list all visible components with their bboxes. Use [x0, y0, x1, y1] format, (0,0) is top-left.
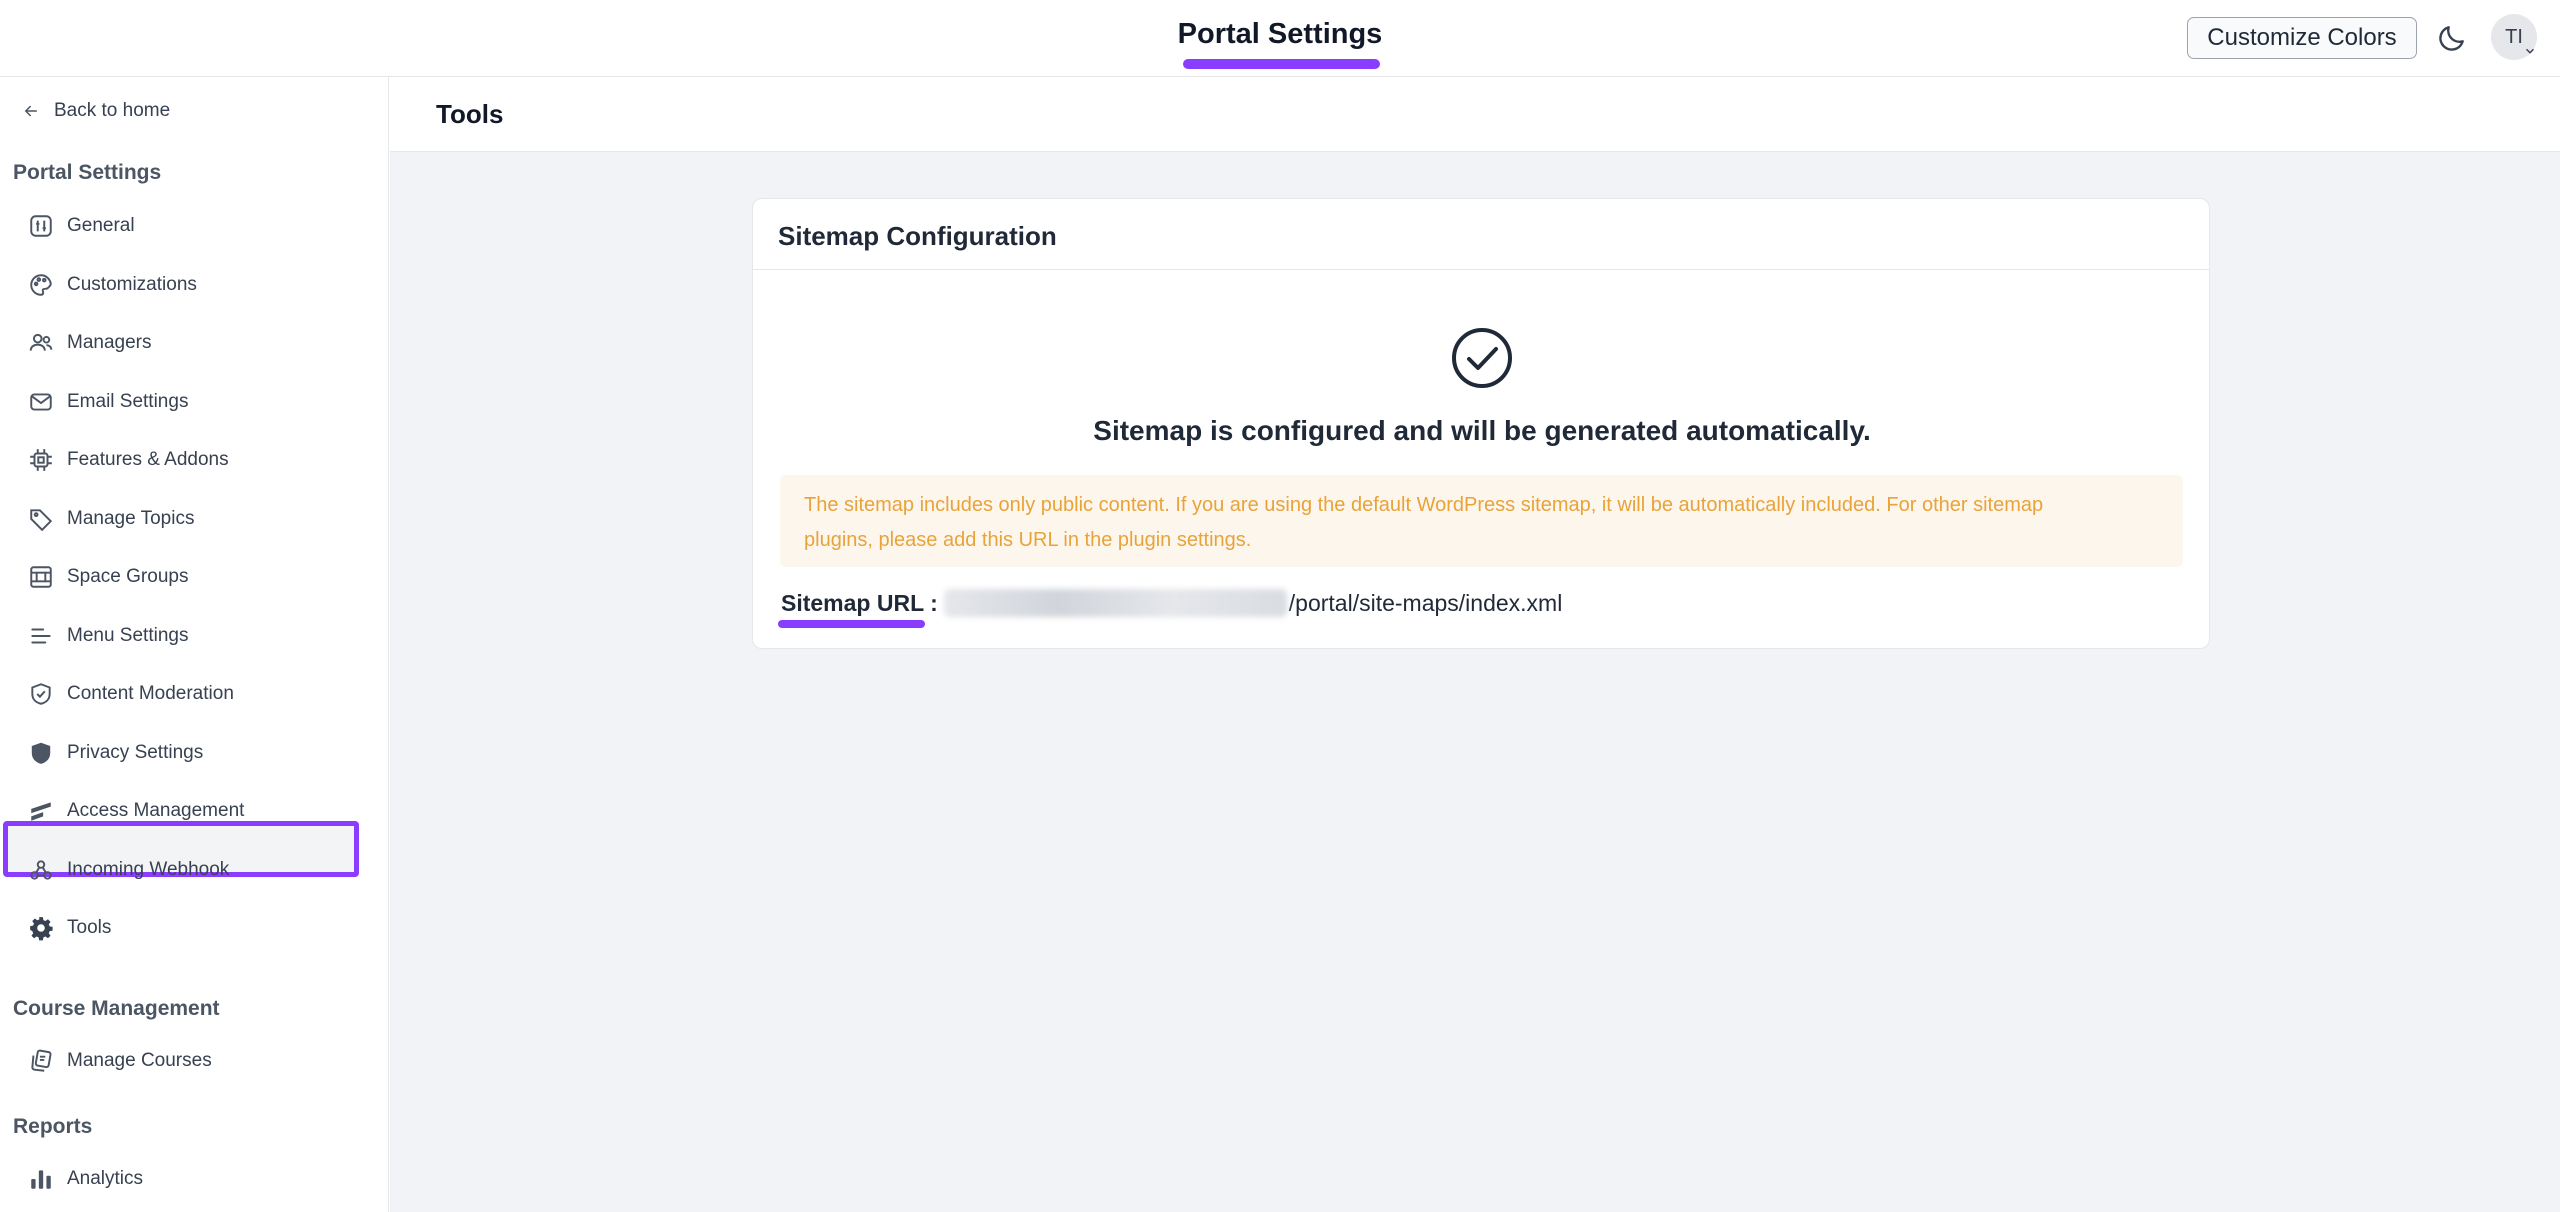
customize-colors-button[interactable]: Customize Colors — [2187, 17, 2417, 59]
tag-icon — [30, 509, 53, 532]
sidebar-item-label: Privacy Settings — [67, 742, 204, 763]
menu-icon — [31, 628, 51, 644]
gear-icon — [30, 917, 53, 941]
notice-line: plugins, please add this URL in the plug… — [804, 529, 1252, 551]
sidebar-item-label: Features & Addons — [67, 449, 229, 470]
sitemap-card: Sitemap Configuration Sitemap is configu… — [752, 198, 2210, 649]
sidebar-item-content-moderation[interactable]: Content Moderation — [27, 676, 234, 712]
sidebar-item-access-management[interactable]: Access Management — [27, 793, 244, 829]
check-circle-icon — [1452, 328, 1512, 388]
sidebar-item-label: Customizations — [67, 274, 197, 295]
sidebar-item-manage-courses[interactable]: Manage Courses — [27, 1043, 212, 1079]
sidebar-item-label: Email Settings — [67, 391, 189, 412]
courses-icon — [31, 1049, 52, 1072]
webhook-icon — [30, 860, 52, 880]
status-message: Sitemap is configured and will be genera… — [1093, 415, 1871, 446]
section-title-reports: Reports — [13, 1115, 93, 1138]
sidebar-item-label: Manage Courses — [67, 1050, 212, 1071]
sidebar-item-email-settings[interactable]: Email Settings — [27, 384, 188, 420]
page-header-title: Portal Settings — [1177, 18, 1383, 50]
shield-check-icon — [31, 683, 51, 705]
chip-icon — [30, 449, 52, 471]
sidebar-item-analytics[interactable]: Analytics — [27, 1161, 143, 1197]
title-highlight-underline — [1183, 59, 1380, 69]
back-to-home-label: Back to home — [54, 100, 171, 121]
sidebar-item-features-addons[interactable]: Features & Addons — [27, 442, 229, 478]
chevron-down-icon[interactable] — [2523, 44, 2537, 58]
grid-icon — [30, 566, 52, 588]
sidebar-item-tools[interactable]: Tools — [27, 910, 111, 946]
sidebar-item-manage-topics[interactable]: Manage Topics — [27, 501, 194, 537]
info-notice: The sitemap includes only public content… — [780, 475, 2183, 567]
sidebar-item-managers[interactable]: Managers — [27, 325, 152, 361]
sidebar-item-label: Tools — [67, 917, 112, 938]
section-title-course-management: Course Management — [13, 997, 220, 1020]
back-to-home-link[interactable]: Back to home — [22, 97, 170, 125]
palette-icon — [30, 274, 52, 296]
url-label-highlight-underline — [778, 620, 925, 628]
card-title: Sitemap Configuration — [753, 199, 2209, 270]
sidebar-item-label: Analytics — [67, 1168, 144, 1189]
sidebar-item-label: General — [67, 215, 135, 236]
section-title-portal-settings: Portal Settings — [13, 161, 162, 184]
sidebar-item-label: Manage Topics — [67, 508, 195, 529]
sidebar-item-label: Content Moderation — [67, 683, 234, 704]
notice-line: The sitemap includes only public content… — [804, 494, 2044, 516]
sliders-icon — [30, 215, 52, 237]
arrow-left-icon — [24, 105, 37, 117]
bar-chart-icon — [31, 1170, 51, 1189]
sidebar-item-customizations[interactable]: Customizations — [27, 267, 197, 303]
mail-icon — [30, 393, 52, 411]
sidebar-item-space-groups[interactable]: Space Groups — [27, 559, 188, 595]
page-title: Tools — [436, 99, 504, 129]
access-icon — [31, 802, 51, 821]
blurred-domain — [943, 589, 1287, 617]
sidebar-item-menu-settings[interactable]: Menu Settings — [27, 618, 188, 654]
sitemap-url-row: Sitemap URL : /portal/site-maps/index.xm… — [781, 589, 1562, 617]
main-content: Tools Sitemap Configuration Sitemap is c… — [390, 77, 2560, 1212]
sidebar-item-general[interactable]: General — [27, 208, 135, 244]
moon-icon[interactable] — [2436, 22, 2468, 54]
sidebar-item-label: Menu Settings — [67, 625, 189, 646]
sidebar: Back to home Portal Settings General Cus… — [0, 77, 389, 1212]
sidebar-item-label: Incoming Webhook — [67, 859, 230, 880]
sidebar-item-label: Space Groups — [67, 566, 189, 587]
top-header: Portal Settings Customize Colors TI — [0, 0, 2560, 77]
sidebar-item-label: Managers — [67, 332, 152, 353]
sidebar-item-label: Access Management — [67, 800, 245, 821]
sitemap-url-path[interactable]: /portal/site-maps/index.xml — [1289, 590, 1563, 617]
main-header: Tools — [390, 77, 2560, 152]
sidebar-item-privacy-settings[interactable]: Privacy Settings — [27, 735, 203, 771]
users-icon — [29, 333, 53, 351]
sidebar-item-incoming-webhook[interactable]: Incoming Webhook — [27, 852, 229, 888]
sitemap-url-label: Sitemap URL : — [781, 589, 938, 616]
shield-icon — [31, 742, 51, 764]
